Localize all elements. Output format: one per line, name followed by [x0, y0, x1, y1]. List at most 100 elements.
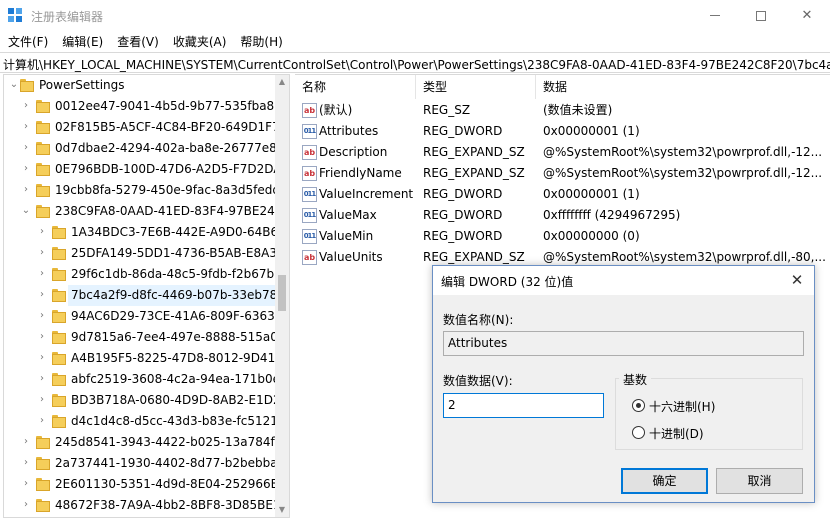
tree-item[interactable]: › 29f6c1db-86da-48c5-9fdb-f2b67b1	[4, 264, 288, 285]
chevron-right-icon[interactable]: ›	[37, 248, 47, 258]
tree-item[interactable]: › 7bc4a2f9-d8fc-4469-b07b-33eb785	[4, 285, 288, 306]
value-row[interactable]: 011 ValueMin REG_DWORD 0x00000000 (0)	[295, 226, 830, 247]
chevron-right-icon[interactable]: ›	[37, 269, 47, 279]
menu-file[interactable]: 文件(F)	[0, 31, 55, 51]
value-type: REG_DWORD	[423, 208, 503, 222]
chevron-right-icon[interactable]: ›	[21, 143, 31, 153]
chevron-right-icon[interactable]: ›	[37, 416, 47, 426]
chevron-right-icon[interactable]: ›	[21, 479, 31, 489]
tree-item[interactable]: › 245d8541-3943-4422-b025-13a784f6	[4, 432, 288, 453]
tree-item[interactable]: › 2E601130-5351-4d9d-8E04-252966BA	[4, 474, 288, 495]
chevron-right-icon[interactable]: ›	[37, 353, 47, 363]
value-row[interactable]: 011 ValueIncrement REG_DWORD 0x00000001 (1)	[295, 184, 830, 205]
chevron-right-icon[interactable]: ›	[21, 458, 31, 468]
tree-item[interactable]: › 25DFA149-5DD1-4736-B5AB-E8A37	[4, 243, 288, 264]
chevron-right-icon[interactable]: ›	[21, 185, 31, 195]
hex-radio[interactable]	[632, 399, 645, 412]
value-data-input[interactable]: 2	[443, 393, 604, 418]
hex-radio-label[interactable]: 十六进制(H)	[649, 398, 715, 415]
cancel-button[interactable]: 取消	[716, 468, 803, 494]
chevron-right-icon[interactable]: ›	[37, 290, 47, 300]
value-type: REG_DWORD	[423, 124, 503, 138]
value-row[interactable]: 011 ValueMax REG_DWORD 0xffffffff (42949672…	[295, 205, 830, 226]
menu-favorites[interactable]: 收藏夹(A)	[166, 31, 234, 51]
chevron-right-icon[interactable]: ›	[21, 122, 31, 132]
scroll-thumb[interactable]	[278, 275, 286, 311]
chevron-right-icon[interactable]: ›	[37, 332, 47, 342]
base-group-title: 基数	[619, 371, 652, 388]
tree-item[interactable]: › 02F815B5-A5CF-4C84-BF20-649D1F75	[4, 117, 288, 138]
binary-value-icon: 011	[302, 124, 317, 139]
value-row[interactable]: ab Description REG_EXPAND_SZ @%SystemRoot%\…	[295, 142, 830, 163]
address-bar[interactable]: 计算机\HKEY_LOCAL_MACHINE\SYSTEM\CurrentCon…	[0, 52, 830, 73]
tree-item-label: 2E601130-5351-4d9d-8E04-252966BA	[55, 477, 288, 491]
folder-icon	[36, 205, 50, 218]
binary-value-icon: 011	[302, 208, 317, 223]
tree-item[interactable]: › 0E796BDB-100D-47D6-A2D5-F7D2DAA	[4, 159, 289, 180]
string-value-icon: ab	[302, 145, 317, 160]
tree-item-label: 2a737441-1930-4402-8d77-b2bebba3	[55, 456, 286, 470]
chevron-right-icon[interactable]: ›	[37, 374, 47, 384]
folder-icon	[36, 499, 50, 512]
menu-view[interactable]: 查看(V)	[110, 31, 166, 51]
dialog-close-icon[interactable]: ✕	[780, 266, 814, 295]
chevron-right-icon[interactable]: ›	[21, 101, 31, 111]
chevron-right-icon[interactable]: ›	[37, 311, 47, 321]
tree-scrollbar[interactable]: ▲ ▼	[275, 75, 289, 517]
binary-value-icon: 011	[302, 229, 317, 244]
value-type: REG_EXPAND_SZ	[423, 166, 525, 180]
tree-item[interactable]: › A4B195F5-8225-47D8-8012-9D4136	[4, 348, 289, 369]
column-header-type[interactable]: 类型	[416, 75, 536, 99]
chevron-down-icon[interactable]: ⌄	[9, 80, 19, 90]
chevron-right-icon[interactable]: ›	[37, 395, 47, 405]
value-row[interactable]: 011 Attributes REG_DWORD 0x00000001 (1)	[295, 121, 830, 142]
registry-tree[interactable]: ⌄ PowerSettings › 0012ee47-9041-4b5d-9b77…	[3, 74, 290, 518]
chevron-right-icon[interactable]: ›	[21, 500, 31, 510]
minimize-button[interactable]	[692, 0, 738, 31]
menu-edit[interactable]: 编辑(E)	[55, 31, 110, 51]
tree-item[interactable]: › 0d7dbae2-4294-402a-ba8e-26777e84	[4, 138, 288, 159]
ok-button[interactable]: 确定	[621, 468, 708, 494]
chevron-right-icon[interactable]: ›	[21, 164, 31, 174]
chevron-down-icon[interactable]: ⌄	[21, 206, 31, 216]
value-row[interactable]: ab FriendlyName REG_EXPAND_SZ @%SystemRoot%…	[295, 163, 830, 184]
tree-item-root[interactable]: ⌄ PowerSettings	[4, 75, 288, 96]
tree-item[interactable]: › 0012ee47-9041-4b5d-9b77-535fba8b	[4, 96, 288, 117]
value-name: ValueMax	[319, 208, 377, 222]
close-button[interactable]: ✕	[784, 0, 830, 31]
column-header-name[interactable]: 名称	[295, 75, 416, 99]
string-value-icon: ab	[302, 103, 317, 118]
chevron-right-icon[interactable]: ›	[21, 437, 31, 447]
menu-help[interactable]: 帮助(H)	[233, 31, 289, 51]
column-header-data[interactable]: 数据	[536, 75, 830, 99]
folder-icon	[52, 310, 66, 323]
folder-icon	[52, 268, 66, 281]
chevron-right-icon[interactable]: ›	[37, 227, 47, 237]
maximize-button[interactable]	[738, 0, 784, 31]
decimal-radio-label[interactable]: 十进制(D)	[649, 425, 704, 442]
tree-item[interactable]: › 9d7815a6-7ee4-497e-8888-515a05	[4, 327, 288, 348]
scroll-down-icon[interactable]: ▼	[275, 503, 289, 517]
tree-item[interactable]: ⌄ 238C9FA8-0AAD-41ED-83F4-97BE242C	[4, 201, 289, 222]
value-data: @%SystemRoot%\system32\powrprof.dll,-12.…	[543, 145, 823, 159]
tree-item[interactable]: › 19cbb8fa-5279-450e-9fac-8a3d5fedd0	[4, 180, 288, 201]
tree-item[interactable]: › d4c1d4c8-d5cc-43d3-b83e-fc51215	[4, 411, 288, 432]
decimal-radio[interactable]	[632, 426, 645, 439]
folder-icon	[36, 457, 50, 470]
binary-value-icon: 011	[302, 187, 317, 202]
dialog-title-bar: 编辑 DWORD (32 位)值 ✕	[433, 266, 814, 295]
scroll-up-icon[interactable]: ▲	[275, 75, 289, 89]
tree-item[interactable]: › BD3B718A-0680-4D9D-8AB2-E1D2I	[4, 390, 288, 411]
maximize-icon	[756, 10, 766, 21]
tree-item[interactable]: › 94AC6D29-73CE-41A6-809F-6363BA	[4, 306, 289, 327]
value-row[interactable]: ab (默认) REG_SZ (数值未设置)	[295, 100, 830, 121]
tree-item[interactable]: › abfc2519-3608-4c2a-94ea-171b0ec	[4, 369, 288, 390]
folder-icon	[36, 478, 50, 491]
tree-item-label: 0012ee47-9041-4b5d-9b77-535fba8b	[55, 99, 282, 113]
folder-icon	[52, 247, 66, 260]
tree-item[interactable]: › 1A34BDC3-7E6B-442E-A9D0-64B6EF	[4, 222, 289, 243]
value-data: 0xffffffff (4294967295)	[543, 208, 681, 222]
tree-item[interactable]: › 2a737441-1930-4402-8d77-b2bebba3	[4, 453, 288, 474]
tree-item-label: 0d7dbae2-4294-402a-ba8e-26777e84	[55, 141, 285, 155]
tree-item[interactable]: › 48672F38-7A9A-4bb2-8BF8-3D85BE19	[4, 495, 288, 516]
